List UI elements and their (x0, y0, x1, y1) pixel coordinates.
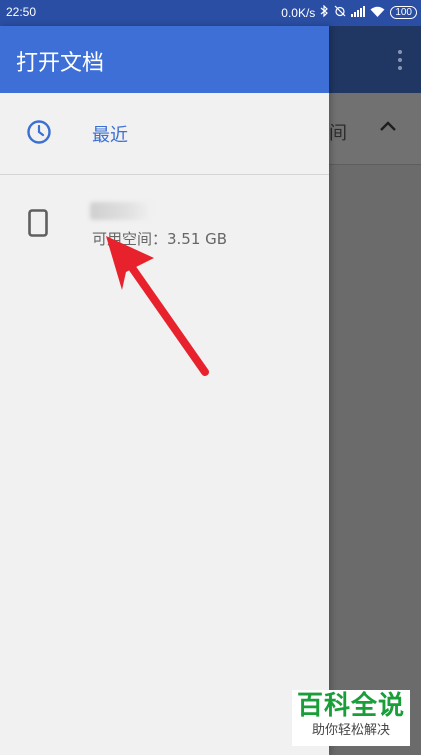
drawer-divider (0, 174, 329, 175)
navigation-drawer: 打开文档 最近 可用空间：3.51 GB (0, 26, 329, 755)
clock-icon (26, 119, 52, 149)
drawer-item-device-storage[interactable]: 可用空间：3.51 GB (0, 176, 329, 266)
signal-icon (351, 5, 366, 20)
drawer-header: 打开文档 (0, 26, 329, 93)
background-app-bar (329, 26, 421, 93)
drawer-item-recent[interactable]: 最近 (0, 93, 329, 173)
battery-indicator: 100 (390, 6, 417, 19)
phone-icon (28, 209, 48, 241)
chevron-up-icon (379, 117, 397, 136)
network-speed: 0.0K/s (281, 5, 316, 20)
bluetooth-icon (320, 4, 329, 20)
drawer-item-recent-label: 最近 (92, 125, 128, 146)
device-storage-label: 可用空间：3.51 GB (92, 230, 228, 248)
background-row: 间 (329, 93, 421, 165)
device-name-blurred (90, 202, 152, 220)
background-row-text: 间 (329, 123, 347, 144)
wifi-icon (370, 6, 385, 20)
status-icons: 0.0K/s 100 (281, 4, 417, 20)
drawer-title: 打开文档 (16, 51, 105, 76)
alarm-off-icon (334, 5, 346, 20)
status-time: 22:50 (6, 5, 37, 19)
background-list: 间 (329, 93, 421, 755)
more-vert-icon (397, 50, 403, 70)
watermark-subtitle: 助你轻松解决 (311, 723, 390, 738)
watermark-title: 百科全说 (296, 691, 405, 721)
watermark: 百科全说 助你轻松解决 (292, 690, 410, 746)
status-bar: 22:50 0.0K/s 100 (0, 0, 421, 26)
